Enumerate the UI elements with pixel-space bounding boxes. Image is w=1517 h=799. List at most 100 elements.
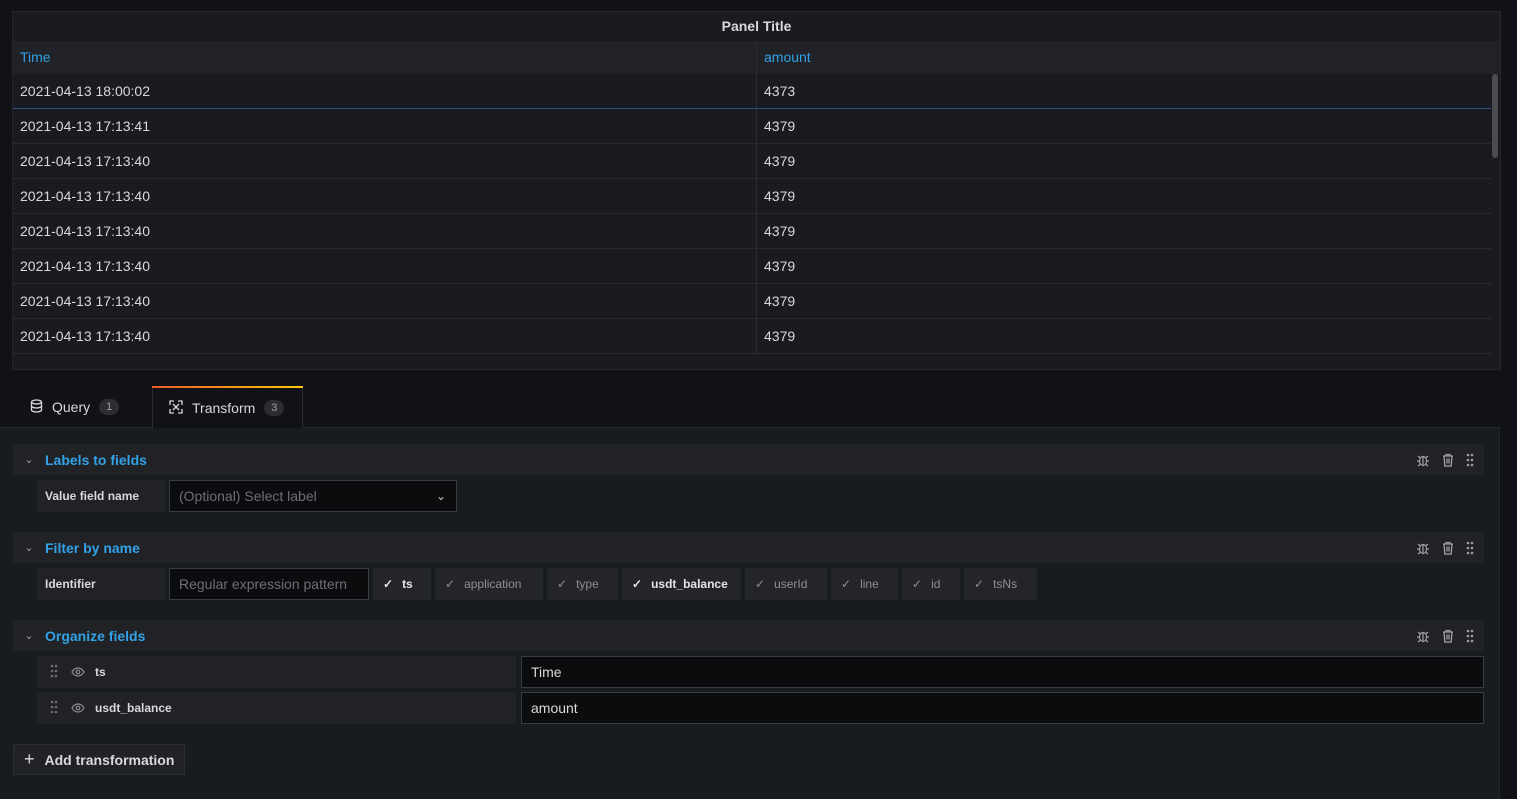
field-chip-application[interactable]: ✓ application (435, 568, 543, 600)
drag-handle-icon[interactable] (37, 664, 71, 681)
drag-handle-icon[interactable] (37, 700, 71, 717)
chip-label: id (931, 577, 941, 591)
table-cell: 4379 (764, 328, 796, 344)
add-transformation-label: Add transformation (44, 751, 175, 768)
trash-icon[interactable] (1442, 629, 1454, 643)
regex-pattern-input[interactable]: Regular expression pattern (169, 568, 369, 600)
table-scrollbar[interactable] (1491, 74, 1499, 369)
table-row: 2021-04-13 17:13:40 4379 (13, 319, 1491, 354)
table-row: 2021-04-13 17:13:40 4379 (13, 144, 1491, 179)
table-cell: 4379 (764, 293, 796, 309)
chevron-down-icon: ⌄ (435, 489, 446, 503)
check-icon: ✓ (383, 577, 394, 591)
table-cell: 2021-04-13 17:13:40 (13, 214, 757, 248)
table-row: 2021-04-13 17:13:40 4379 (13, 249, 1491, 284)
field-chip-ts[interactable]: ✓ ts (373, 568, 431, 600)
chip-label: application (464, 577, 522, 591)
transform-header-filter-by-name[interactable]: ⌄ Filter by name (13, 532, 1484, 563)
eye-icon[interactable] (71, 667, 95, 677)
database-icon (30, 398, 52, 416)
field-chip-type[interactable]: ✓ type (547, 568, 618, 600)
value-field-name-label: Value field name (37, 480, 165, 512)
column-header-amount[interactable]: amount (757, 41, 1500, 74)
check-icon: ✓ (445, 577, 456, 591)
select-placeholder: (Optional) Select label (179, 488, 317, 504)
transform-title[interactable]: Labels to fields (45, 452, 147, 468)
chip-label: type (576, 577, 599, 591)
field-name: usdt_balance (95, 701, 172, 715)
transform-header-labels-to-fields[interactable]: ⌄ Labels to fields (13, 444, 1484, 475)
scrollbar-thumb[interactable] (1492, 74, 1498, 158)
drag-handle-icon[interactable] (1466, 541, 1474, 555)
table-row: 2021-04-13 17:13:40 4379 (13, 284, 1491, 319)
table-row: 2021-04-13 18:00:02 4373 (13, 74, 1491, 109)
chip-label: line (860, 577, 879, 591)
table-cell: 4379 (764, 153, 796, 169)
transform-actions (1416, 532, 1474, 563)
check-icon: ✓ (841, 577, 852, 591)
eye-icon[interactable] (71, 703, 95, 713)
table-cell: 2021-04-13 17:13:40 (13, 179, 757, 213)
chip-label: tsNs (993, 577, 1018, 591)
transform-header-organize-fields[interactable]: ⌄ Organize fields (13, 620, 1484, 651)
chip-label: ts (402, 577, 413, 591)
field-name: ts (95, 665, 106, 679)
column-header-time[interactable]: Time (13, 41, 757, 74)
table-row: 2021-04-13 17:13:41 4379 (13, 109, 1491, 144)
transform-actions (1416, 620, 1474, 651)
table-cell: 2021-04-13 17:13:40 (13, 284, 757, 318)
add-transformation-button[interactable]: + Add transformation (13, 744, 185, 775)
field-chip-usdt-balance[interactable]: ✓ usdt_balance (622, 568, 741, 600)
field-chip-id[interactable]: ✓ id (902, 568, 960, 600)
trash-icon[interactable] (1442, 541, 1454, 555)
table-cell: 2021-04-13 17:13:40 (13, 319, 757, 353)
trash-icon[interactable] (1442, 453, 1454, 467)
tab-query[interactable]: Query 1 (14, 386, 138, 428)
organize-field-row: ts Time (37, 656, 1484, 688)
table-cell: 4373 (764, 83, 796, 99)
chevron-down-icon[interactable]: ⌄ (13, 629, 45, 642)
transform-editor: ⌄ Labels to fields Value field name (Opt… (0, 428, 1500, 799)
field-chip-line[interactable]: ✓ line (831, 568, 898, 600)
transform-title[interactable]: Filter by name (45, 540, 140, 556)
chevron-down-icon[interactable]: ⌄ (13, 453, 45, 466)
table-cell: 2021-04-13 17:13:40 (13, 144, 757, 178)
check-icon: ✓ (755, 577, 766, 591)
bug-icon[interactable] (1416, 541, 1430, 555)
field-rename-input[interactable]: amount (521, 692, 1484, 724)
bug-icon[interactable] (1416, 453, 1430, 467)
chevron-down-icon[interactable]: ⌄ (13, 541, 45, 554)
chip-label: usdt_balance (651, 577, 728, 591)
transform-title[interactable]: Organize fields (45, 628, 145, 644)
drag-handle-icon[interactable] (1466, 453, 1474, 467)
chip-label: userId (774, 577, 808, 591)
tab-query-count-badge: 1 (99, 399, 120, 415)
plus-icon: + (24, 749, 35, 769)
transform-actions (1416, 444, 1474, 475)
field-chip-userid[interactable]: ✓ userId (745, 568, 827, 600)
table-cell: 4379 (764, 188, 796, 204)
table-cell: 4379 (764, 118, 796, 134)
field-rename-input[interactable]: Time (521, 656, 1484, 688)
organize-field-row: usdt_balance amount (37, 692, 1484, 724)
table-cell: 2021-04-13 17:13:41 (13, 109, 757, 143)
bug-icon[interactable] (1416, 629, 1430, 643)
panel-title[interactable]: Panel Title (13, 12, 1500, 40)
identifier-label: Identifier (37, 568, 165, 600)
field-chip-tsns[interactable]: ✓ tsNs (964, 568, 1037, 600)
table-cell: 2021-04-13 18:00:02 (13, 74, 757, 108)
table-cell: 2021-04-13 17:13:40 (13, 249, 757, 283)
value-field-name-select[interactable]: (Optional) Select label ⌄ (169, 480, 457, 512)
table-row: 2021-04-13 17:13:40 4379 (13, 179, 1491, 214)
table-row: 2021-04-13 17:13:40 4379 (13, 214, 1491, 249)
table-cell: 4379 (764, 223, 796, 239)
table-panel: Panel Title Time amount 2021-04-13 18:00… (12, 11, 1501, 370)
tab-transform[interactable]: Transform 3 (152, 386, 303, 429)
organize-field-item: usdt_balance (37, 692, 516, 724)
check-icon: ✓ (557, 577, 568, 591)
drag-handle-icon[interactable] (1466, 629, 1474, 643)
tab-query-label: Query (52, 399, 91, 415)
organize-field-item: ts (37, 656, 516, 688)
editor-tabs: Query 1 Transform 3 (0, 386, 1500, 429)
table-body: 2021-04-13 18:00:02 4373 2021-04-13 17:13… (13, 74, 1491, 354)
